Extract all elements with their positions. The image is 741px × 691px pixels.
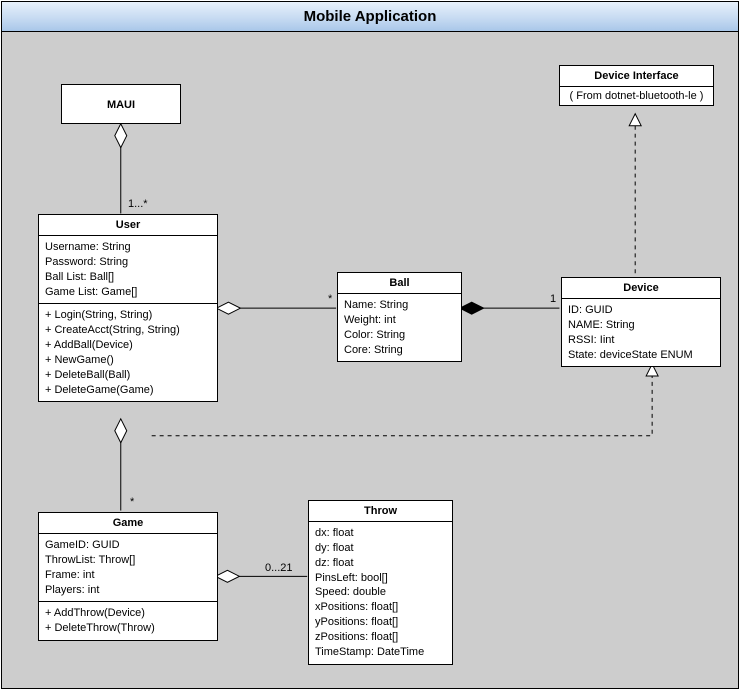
class-ball-attrs: Name: StringWeight: intColor: StringCore… (338, 294, 461, 361)
diagram-frame: Mobile Application (1, 1, 739, 689)
list-item: + CreateAcct(String, String) (45, 323, 211, 338)
list-item: Ball List: Ball[] (45, 270, 211, 285)
list-item: + AddBall(Device) (45, 338, 211, 353)
list-item: TimeStamp: DateTime (315, 645, 446, 660)
list-item: + Login(String, String) (45, 308, 211, 323)
list-item: Password: String (45, 255, 211, 270)
mult-game-throw: 0...21 (265, 562, 293, 574)
mult-user-ball: * (328, 293, 332, 305)
list-item: Weight: int (344, 313, 455, 328)
list-item: + AddThrow(Device) (45, 606, 211, 621)
class-throw-attrs: dx: floatdy: floatdz: floatPinsLeft: boo… (309, 522, 452, 664)
list-item: Username: String (45, 240, 211, 255)
list-item: Speed: double (315, 585, 446, 600)
list-item: dy: float (315, 541, 446, 556)
list-item: + DeleteThrow(Throw) (45, 621, 211, 636)
list-item: Game List: Game[] (45, 285, 211, 300)
class-user-name: User (39, 215, 217, 236)
class-throw: Throw dx: floatdy: floatdz: floatPinsLef… (308, 500, 453, 665)
class-device-name: Device (562, 278, 720, 299)
list-item: + NewGame() (45, 353, 211, 368)
list-item: Frame: int (45, 568, 211, 583)
list-item: + DeleteGame(Game) (45, 383, 211, 398)
class-game-ops: + AddThrow(Device)+ DeleteThrow(Throw) (39, 602, 217, 640)
list-item: PinsLeft: bool[] (315, 571, 446, 586)
list-item: Color: String (344, 328, 455, 343)
class-game-attrs: GameID: GUIDThrowList: Throw[]Frame: int… (39, 534, 217, 602)
list-item: Name: String (344, 298, 455, 313)
class-ball-name: Ball (338, 273, 461, 294)
class-user: User Username: StringPassword: StringBal… (38, 214, 218, 402)
class-game-name: Game (39, 513, 217, 534)
list-item: dz: float (315, 556, 446, 571)
list-item: zPositions: float[] (315, 630, 446, 645)
class-user-attrs: Username: StringPassword: StringBall Lis… (39, 236, 217, 304)
list-item: GameID: GUID (45, 538, 211, 553)
class-device: Device ID: GUIDNAME: StringRSSI: IintSta… (561, 277, 721, 367)
diagram-title: Mobile Application (2, 2, 738, 32)
list-item: ID: GUID (568, 303, 714, 318)
diagram-canvas: MAUI Device Interface ( From dotnet-blue… (2, 32, 738, 688)
class-maui: MAUI (61, 84, 181, 124)
mult-ball-device: 1 (550, 293, 556, 305)
list-item: yPositions: float[] (315, 615, 446, 630)
device-interface-subtitle: ( From dotnet-bluetooth-le ) (560, 87, 713, 105)
class-device-attrs: ID: GUIDNAME: StringRSSI: IintState: dev… (562, 299, 720, 366)
class-throw-name: Throw (309, 501, 452, 522)
list-item: RSSI: Iint (568, 333, 714, 348)
list-item: dx: float (315, 526, 446, 541)
list-item: xPositions: float[] (315, 600, 446, 615)
list-item: ThrowList: Throw[] (45, 553, 211, 568)
class-device-interface: Device Interface ( From dotnet-bluetooth… (559, 65, 714, 106)
list-item: Core: String (344, 343, 455, 358)
class-ball: Ball Name: StringWeight: intColor: Strin… (337, 272, 462, 362)
device-interface-name: Device Interface (560, 66, 713, 87)
mult-user-game: * (130, 496, 134, 508)
list-item: State: deviceState ENUM (568, 348, 714, 363)
class-maui-name: MAUI (62, 85, 180, 125)
list-item: + DeleteBall(Ball) (45, 368, 211, 383)
list-item: NAME: String (568, 318, 714, 333)
class-game: Game GameID: GUIDThrowList: Throw[]Frame… (38, 512, 218, 641)
class-user-ops: + Login(String, String)+ CreateAcct(Stri… (39, 304, 217, 401)
mult-maui-user: 1...* (128, 198, 148, 210)
list-item: Players: int (45, 583, 211, 598)
